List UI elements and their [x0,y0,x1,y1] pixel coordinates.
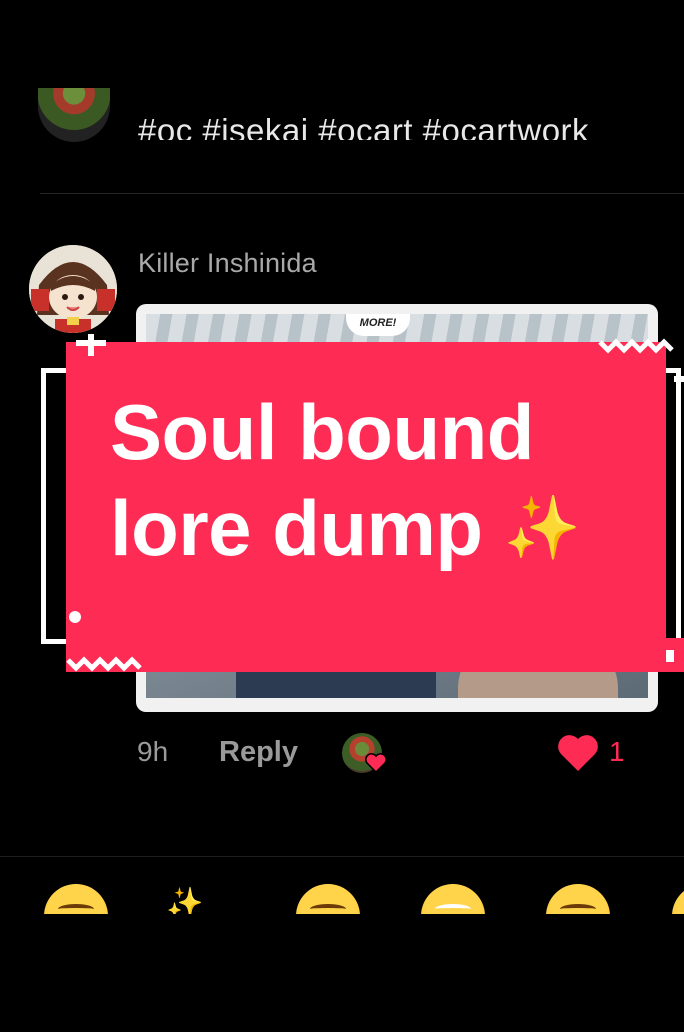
comments-screen: #oc #isekai #ocart #ocartwork Killer Ins… [0,0,684,1032]
grinning-face-emoji-icon[interactable] [546,884,610,914]
comment-divider [40,193,684,194]
previous-comment-text: #oc #isekai #ocart #ocartwork [138,112,590,140]
emoji-bar-divider [0,856,684,857]
sparkles-emoji-icon[interactable]: ✨ [166,886,203,914]
previous-commenter-avatar[interactable] [38,88,110,142]
relieved-face-emoji-icon[interactable] [44,884,108,914]
reply-button[interactable]: Reply [219,736,298,769]
flushed-face-emoji-icon[interactable] [421,884,485,914]
sticker-line-1: Soul bound [110,388,534,476]
sticker-line-2-text: lore dump [110,484,483,572]
smiling-face-emoji-icon[interactable] [296,884,360,914]
sticker-shadow [66,638,684,672]
sticker-dot [69,611,81,623]
sticker-corner-mark [76,340,106,346]
creator-liked-heart-icon [365,753,387,774]
emoji-quick-bar: ✨ [0,868,684,914]
sticker-corner-mark [666,650,674,662]
zigzag-decoration [598,338,674,354]
zigzag-decoration [66,656,142,672]
sticker-line-2: lore dump ✨ [110,480,650,577]
sticker-corner-mark [674,376,684,382]
commenter-avatar[interactable] [29,245,117,333]
comment-timestamp: 9h [137,736,169,767]
face-emoji-icon[interactable] [672,884,684,914]
sparkles-icon: ✨ [503,494,581,563]
sticker-text: Soul bound lore dump ✨ [110,384,650,577]
comment-username[interactable]: Killer Inshinida [138,248,317,279]
like-count: 1 [609,736,625,767]
like-heart-icon[interactable] [556,731,600,775]
speech-bubble: MORE! [346,314,410,336]
